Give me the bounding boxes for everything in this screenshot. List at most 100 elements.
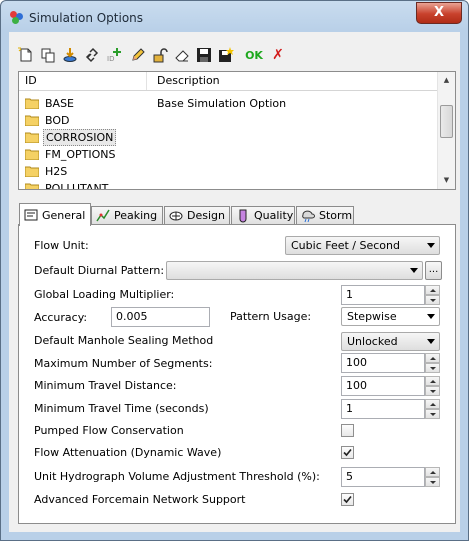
min-travel-time-stepper[interactable] <box>425 399 440 419</box>
folder-icon <box>25 132 39 143</box>
hydrograph-threshold-input[interactable]: 5 <box>341 467 425 487</box>
link-icon[interactable] <box>83 46 101 64</box>
folder-icon <box>25 183 39 189</box>
add-id-icon[interactable]: ID <box>105 46 123 64</box>
import-icon[interactable] <box>61 46 79 64</box>
flow-unit-label: Flow Unit: <box>34 239 89 252</box>
simulation-option-list: ID Description BASE Base Simulation Opti… <box>18 71 456 190</box>
forcemain-support-label: Advanced Forcemain Network Support <box>34 493 246 506</box>
chevron-down-icon <box>427 314 435 319</box>
min-travel-time-input[interactable]: 1 <box>341 399 425 419</box>
close-button[interactable]: X <box>416 2 462 24</box>
list-item[interactable]: FM_OPTIONS <box>19 146 437 163</box>
min-travel-distance-value: 100 <box>346 379 367 392</box>
ok-button[interactable]: OK <box>241 46 267 64</box>
list-item-id: FM_OPTIONS <box>45 148 116 161</box>
tab-label: Design <box>187 209 225 222</box>
min-travel-time-label: Minimum Travel Time (seconds) <box>34 402 209 415</box>
min-travel-distance-input[interactable]: 100 <box>341 376 425 396</box>
hydrograph-threshold-label: Unit Hydrograph Volume Adjustment Thresh… <box>34 470 320 483</box>
flow-unit-value: Cubic Feet / Second <box>291 239 400 252</box>
chevron-down-icon <box>427 243 435 248</box>
tab-quality[interactable]: Quality <box>231 206 295 224</box>
list-item-id: POLLUTANT <box>45 182 109 190</box>
scroll-thumb[interactable] <box>440 105 453 138</box>
min-travel-distance-label: Minimum Travel Distance: <box>34 379 177 392</box>
folder-icon <box>25 115 39 126</box>
max-segments-label: Maximum Number of Segments: <box>34 357 213 370</box>
window-title: Simulation Options <box>29 11 144 25</box>
peaking-icon <box>96 209 110 221</box>
loading-multiplier-stepper[interactable] <box>425 285 440 305</box>
folder-icon <box>25 166 39 177</box>
list-item[interactable]: CORROSION <box>19 129 437 146</box>
storm-icon <box>302 210 315 222</box>
column-header-description[interactable]: Description <box>148 72 437 90</box>
edit-pencil-icon[interactable] <box>129 46 147 64</box>
list-item-id: H2S <box>45 165 68 178</box>
chevron-down-icon <box>410 268 418 273</box>
list-item[interactable]: H2S <box>19 163 437 180</box>
list-item[interactable]: BOD <box>19 112 437 129</box>
forcemain-support-checkbox[interactable] <box>341 493 354 506</box>
hydrograph-threshold-value: 5 <box>346 470 353 483</box>
save-all-icon[interactable] <box>217 46 235 64</box>
flow-unit-dropdown[interactable]: Cubic Feet / Second <box>285 236 440 255</box>
tab-peaking[interactable]: Peaking <box>91 206 163 224</box>
flow-attenuation-label: Flow Attenuation (Dynamic Wave) <box>34 446 222 459</box>
accuracy-input[interactable]: 0.005 <box>111 307 210 327</box>
list-item-id: BOD <box>45 114 70 127</box>
max-segments-input[interactable]: 100 <box>341 353 425 373</box>
tab-label: Peaking <box>114 209 158 222</box>
dialog-client-area: ID OK ✗ ID Description BASE Base Simulat… <box>9 32 460 532</box>
pattern-usage-label: Pattern Usage: <box>230 310 312 323</box>
pattern-usage-dropdown[interactable]: Stepwise <box>341 307 440 326</box>
diurnal-pattern-dropdown[interactable] <box>166 261 423 280</box>
general-panel: Flow Unit: Cubic Feet / Second Default D… <box>18 224 456 524</box>
design-icon <box>169 211 183 220</box>
tab-label: Quality <box>254 209 294 222</box>
list-item[interactable]: POLLUTANT <box>19 180 437 190</box>
column-header-id[interactable]: ID <box>19 72 147 90</box>
scroll-down-icon[interactable]: ▼ <box>438 172 455 189</box>
min-travel-time-value: 1 <box>346 402 353 415</box>
diurnal-browse-button[interactable]: ... <box>425 261 442 280</box>
hydrograph-threshold-stepper[interactable] <box>425 467 440 487</box>
general-icon <box>24 209 38 221</box>
copy-icon[interactable] <box>39 46 57 64</box>
max-segments-value: 100 <box>346 356 367 369</box>
folder-icon <box>25 149 39 160</box>
tab-label: General <box>42 208 86 222</box>
eraser-icon[interactable] <box>173 46 191 64</box>
list-scrollbar[interactable]: ▲ ▼ <box>437 72 455 189</box>
scroll-up-icon[interactable]: ▲ <box>438 72 455 89</box>
tab-design[interactable]: Design <box>164 206 230 224</box>
folder-icon <box>25 98 39 109</box>
pumped-flow-checkbox[interactable] <box>341 424 354 437</box>
pattern-usage-value: Stepwise <box>347 310 397 323</box>
manhole-sealing-dropdown[interactable]: Unlocked <box>341 332 440 351</box>
tab-storm[interactable]: Storm <box>296 206 354 224</box>
diurnal-pattern-label: Default Diurnal Pattern: <box>34 264 165 277</box>
checkmark-icon <box>343 448 352 457</box>
cancel-button[interactable]: ✗ <box>269 46 287 64</box>
list-rows: BASE Base Simulation Option BOD CORROSIO… <box>19 95 437 190</box>
min-travel-distance-stepper[interactable] <box>425 376 440 396</box>
list-item-description: Base Simulation Option <box>157 97 287 110</box>
loading-multiplier-input[interactable]: 1 <box>341 285 425 305</box>
max-segments-stepper[interactable] <box>425 353 440 373</box>
tab-general[interactable]: General <box>19 203 91 226</box>
list-header: ID Description <box>19 72 437 91</box>
list-item[interactable]: BASE Base Simulation Option <box>19 95 437 112</box>
new-icon[interactable] <box>17 46 35 64</box>
flow-attenuation-checkbox[interactable] <box>341 446 354 459</box>
title-bar[interactable]: Simulation Options X <box>1 1 468 33</box>
checkmark-icon <box>343 495 352 504</box>
save-icon[interactable] <box>195 46 213 64</box>
chevron-down-icon <box>427 339 435 344</box>
app-icon <box>10 11 24 25</box>
loading-multiplier-value: 1 <box>346 288 353 301</box>
manhole-sealing-value: Unlocked <box>347 335 398 348</box>
unlock-icon[interactable] <box>151 46 169 64</box>
svg-text:ID: ID <box>107 55 114 63</box>
